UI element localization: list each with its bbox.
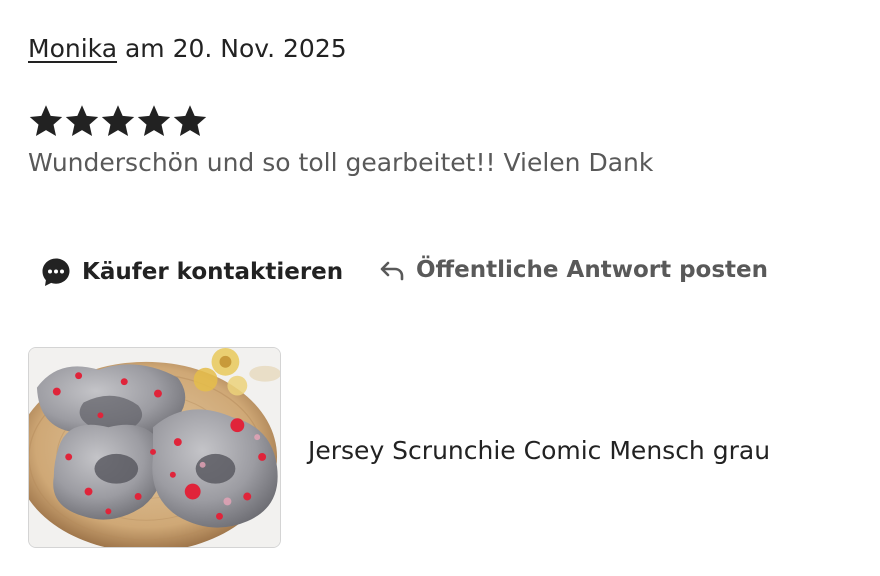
review-header: Monika am 20. Nov. 2025 xyxy=(28,34,347,63)
chat-bubble-icon xyxy=(40,256,72,288)
contact-buyer-button[interactable]: Käufer kontaktieren xyxy=(40,256,343,288)
post-public-reply-label: Öffentliche Antwort posten xyxy=(416,257,769,283)
review-date: am 20. Nov. 2025 xyxy=(117,34,347,63)
product-title-link[interactable]: Jersey Scrunchie Comic Mensch grau xyxy=(308,436,770,465)
review-text: Wunderschön und so toll gearbeitet!! Vie… xyxy=(28,148,654,177)
reply-arrow-icon xyxy=(378,256,406,284)
star-icon xyxy=(137,105,171,136)
reviewer-name-link[interactable]: Monika xyxy=(28,34,117,63)
star-icon xyxy=(173,105,207,136)
post-public-reply-button[interactable]: Öffentliche Antwort posten xyxy=(378,256,768,284)
contact-buyer-label: Käufer kontaktieren xyxy=(82,259,344,285)
star-icon xyxy=(65,105,99,136)
star-rating xyxy=(28,103,208,139)
product-thumbnail[interactable] xyxy=(28,347,281,548)
star-icon xyxy=(101,105,135,136)
star-icon xyxy=(29,105,63,136)
